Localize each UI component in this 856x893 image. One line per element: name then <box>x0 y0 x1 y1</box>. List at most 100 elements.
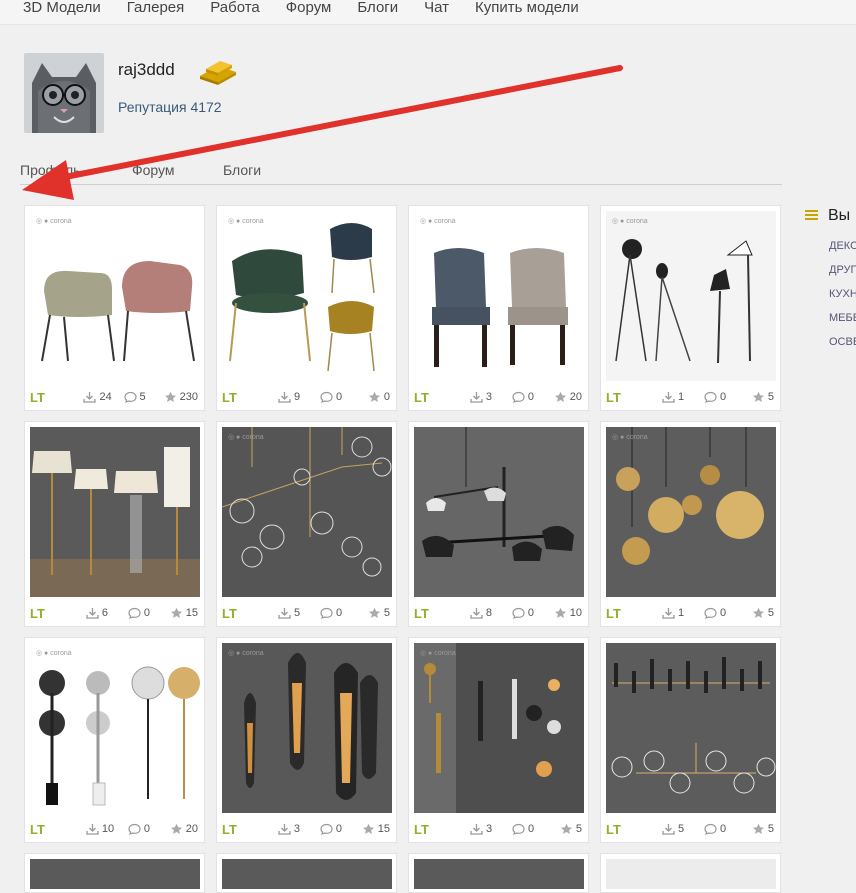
username[interactable]: raj3ddd <box>118 60 175 80</box>
download-count: 8 <box>470 607 506 619</box>
model-card[interactable]: ◎ ● corona LT 1 0 5 <box>600 421 781 627</box>
download-count-value: 9 <box>294 391 301 403</box>
tab-profile[interactable]: Профиль <box>20 162 80 178</box>
comment-count-value: 0 <box>335 823 342 835</box>
model-card[interactable]: ◎ ● corona LT 1 0 5 <box>600 205 781 411</box>
license-badge: LT <box>222 389 237 405</box>
favorite-count-value: 5 <box>575 823 582 835</box>
nav-forum[interactable]: Форум <box>286 0 332 16</box>
download-icon <box>470 608 483 619</box>
comment-icon <box>704 391 717 403</box>
model-thumbnail[interactable] <box>30 859 200 889</box>
sidebar-item-kitchen[interactable]: КУХН <box>829 288 856 300</box>
comment-count-value: 0 <box>336 607 343 619</box>
model-thumbnail[interactable]: ◎ ● corona <box>30 643 200 813</box>
sidebar-item-other[interactable]: ДРУГ <box>829 264 856 276</box>
download-count-value: 1 <box>678 607 685 619</box>
download-count: 3 <box>470 391 506 403</box>
model-thumbnail[interactable] <box>606 859 776 889</box>
model-card[interactable] <box>24 853 205 893</box>
favorite-count[interactable]: 20 <box>554 391 582 403</box>
sidebar-item-decor[interactable]: ДЕКО <box>829 240 856 252</box>
model-card[interactable]: ◎ ● corona LT 5 0 5 <box>216 421 397 627</box>
model-card[interactable]: LT 6 0 15 <box>24 421 205 627</box>
nav-work[interactable]: Работа <box>210 0 260 16</box>
download-icon <box>662 392 675 403</box>
tab-forum[interactable]: Форум <box>132 162 175 178</box>
comment-count-value: 0 <box>720 391 727 403</box>
model-card[interactable]: ◎ ● corona LT 24 5 230 <box>24 205 205 411</box>
model-thumbnail[interactable]: ◎ ● corona <box>606 211 776 381</box>
svg-text:◎ ● corona: ◎ ● corona <box>612 218 648 225</box>
model-card[interactable]: ◎ ● corona LT 9 0 0 <box>216 205 397 411</box>
model-thumbnail[interactable]: ◎ ● corona <box>222 211 392 381</box>
license-badge: LT <box>30 389 45 405</box>
star-icon <box>554 607 566 618</box>
model-stats: LT 5 0 5 <box>222 605 392 621</box>
comment-icon <box>704 607 717 619</box>
model-card[interactable]: ◎ ● corona LT 10 0 20 <box>24 637 205 843</box>
model-card[interactable]: LT 8 0 10 <box>408 421 589 627</box>
comment-count: 0 <box>704 391 740 403</box>
comment-count: 0 <box>512 823 548 835</box>
model-stats: LT 3 0 15 <box>222 821 392 837</box>
model-stats: LT 1 0 5 <box>606 389 776 405</box>
model-card[interactable]: ◎ ● corona LT 3 0 15 <box>216 637 397 843</box>
comment-count: 0 <box>320 823 356 835</box>
nav-blogs[interactable]: Блоги <box>357 0 398 16</box>
download-count: 1 <box>662 607 698 619</box>
sidebar-item-furniture[interactable]: МЕБЕ <box>829 312 856 324</box>
comment-icon <box>320 607 333 619</box>
download-icon <box>470 824 483 835</box>
tab-blogs[interactable]: Блоги <box>223 162 261 178</box>
license-badge: LT <box>606 605 621 621</box>
favorite-count[interactable]: 15 <box>170 607 198 619</box>
star-icon <box>752 823 764 834</box>
comment-count-value: 0 <box>143 823 150 835</box>
license-badge: LT <box>606 389 621 405</box>
favorite-count[interactable]: 5 <box>752 607 774 619</box>
model-thumbnail[interactable] <box>30 427 200 597</box>
nav-chat[interactable]: Чат <box>424 0 449 16</box>
model-thumbnail[interactable] <box>606 643 776 813</box>
model-stats: LT 1 0 5 <box>606 605 776 621</box>
model-thumbnail[interactable] <box>414 859 584 889</box>
favorite-count[interactable]: 5 <box>560 823 582 835</box>
favorite-count[interactable]: 230 <box>164 391 198 403</box>
model-thumbnail[interactable]: ◎ ● corona <box>30 211 200 381</box>
favorite-count[interactable]: 5 <box>752 823 774 835</box>
model-thumbnail[interactable]: ◎ ● corona <box>606 427 776 597</box>
favorite-count[interactable]: 0 <box>368 391 390 403</box>
nav-buy-models[interactable]: Купить модели <box>475 0 579 16</box>
model-card[interactable]: LT 5 0 5 <box>600 637 781 843</box>
model-thumbnail[interactable]: ◎ ● corona <box>222 643 392 813</box>
license-badge: LT <box>30 821 45 837</box>
favorite-count[interactable]: 10 <box>554 607 582 619</box>
nav-3d-models[interactable]: 3D Модели <box>23 0 101 16</box>
comment-count: 0 <box>704 823 740 835</box>
avatar[interactable] <box>24 53 104 133</box>
model-card[interactable] <box>600 853 781 893</box>
favorite-count[interactable]: 20 <box>170 823 198 835</box>
model-thumbnail[interactable]: ◎ ● corona <box>414 211 584 381</box>
sidebar-item-lighting[interactable]: ОСВЕ <box>829 336 856 348</box>
favorite-count[interactable]: 15 <box>362 823 390 835</box>
model-stats: LT 10 0 20 <box>30 821 200 837</box>
model-stats: LT 3 0 5 <box>414 821 584 837</box>
model-thumbnail[interactable]: ◎ ● corona <box>414 643 584 813</box>
model-thumbnail[interactable] <box>222 859 392 889</box>
favorite-count[interactable]: 5 <box>752 391 774 403</box>
model-card[interactable]: ◎ ● corona LT 3 0 20 <box>408 205 589 411</box>
favorite-count[interactable]: 5 <box>368 607 390 619</box>
license-badge: LT <box>414 389 429 405</box>
model-card[interactable]: ◎ ● corona LT 3 0 5 <box>408 637 589 843</box>
svg-text:◎ ● corona: ◎ ● corona <box>228 434 264 441</box>
model-card[interactable] <box>408 853 589 893</box>
nav-gallery[interactable]: Галерея <box>127 0 185 16</box>
star-icon <box>170 607 182 618</box>
star-icon <box>164 391 176 402</box>
model-thumbnail[interactable]: ◎ ● corona <box>222 427 392 597</box>
model-card[interactable] <box>216 853 397 893</box>
model-thumbnail[interactable] <box>414 427 584 597</box>
svg-text:◎ ● corona: ◎ ● corona <box>228 650 264 657</box>
